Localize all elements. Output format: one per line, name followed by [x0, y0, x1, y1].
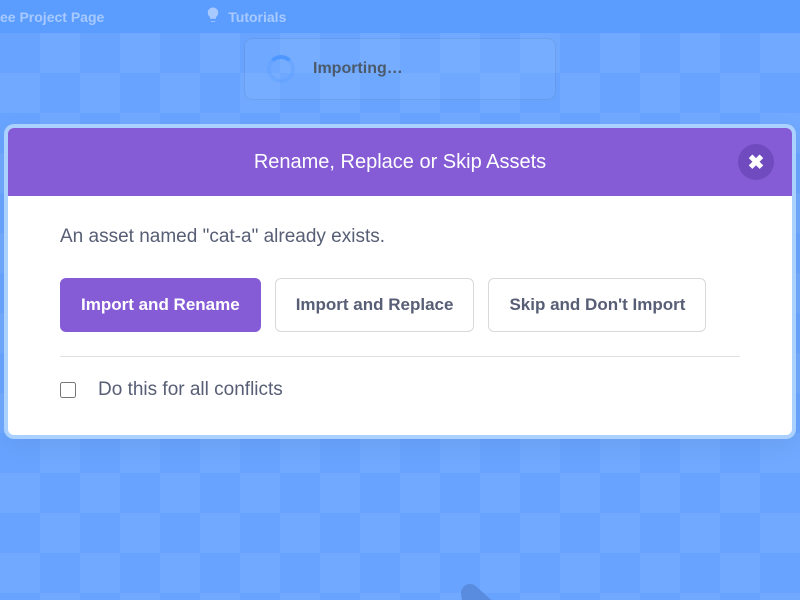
spinner-icon — [267, 55, 295, 83]
action-button-row: Import and Rename Import and Replace Ski… — [60, 278, 740, 332]
import-and-replace-button[interactable]: Import and Replace — [275, 278, 475, 332]
do-for-all-checkbox[interactable] — [60, 382, 76, 398]
conflict-message: An asset named "cat-a" already exists. — [60, 226, 740, 248]
close-button[interactable]: ✖ — [738, 144, 774, 180]
import-and-rename-button[interactable]: Import and Rename — [60, 278, 261, 332]
close-icon: ✖ — [748, 150, 765, 175]
modal-body: An asset named "cat-a" already exists. I… — [8, 196, 792, 435]
do-for-all-label: Do this for all conflicts — [98, 379, 283, 401]
divider — [60, 356, 740, 357]
do-for-all-row[interactable]: Do this for all conflicts — [60, 379, 740, 401]
modal-header: Rename, Replace or Skip Assets ✖ — [8, 128, 792, 196]
skip-and-dont-import-button[interactable]: Skip and Don't Import — [488, 278, 706, 332]
importing-toast: Importing… — [244, 38, 556, 100]
rename-replace-skip-modal: Rename, Replace or Skip Assets ✖ An asse… — [4, 124, 796, 439]
importing-label: Importing… — [313, 60, 403, 78]
modal-title: Rename, Replace or Skip Assets — [254, 151, 546, 174]
